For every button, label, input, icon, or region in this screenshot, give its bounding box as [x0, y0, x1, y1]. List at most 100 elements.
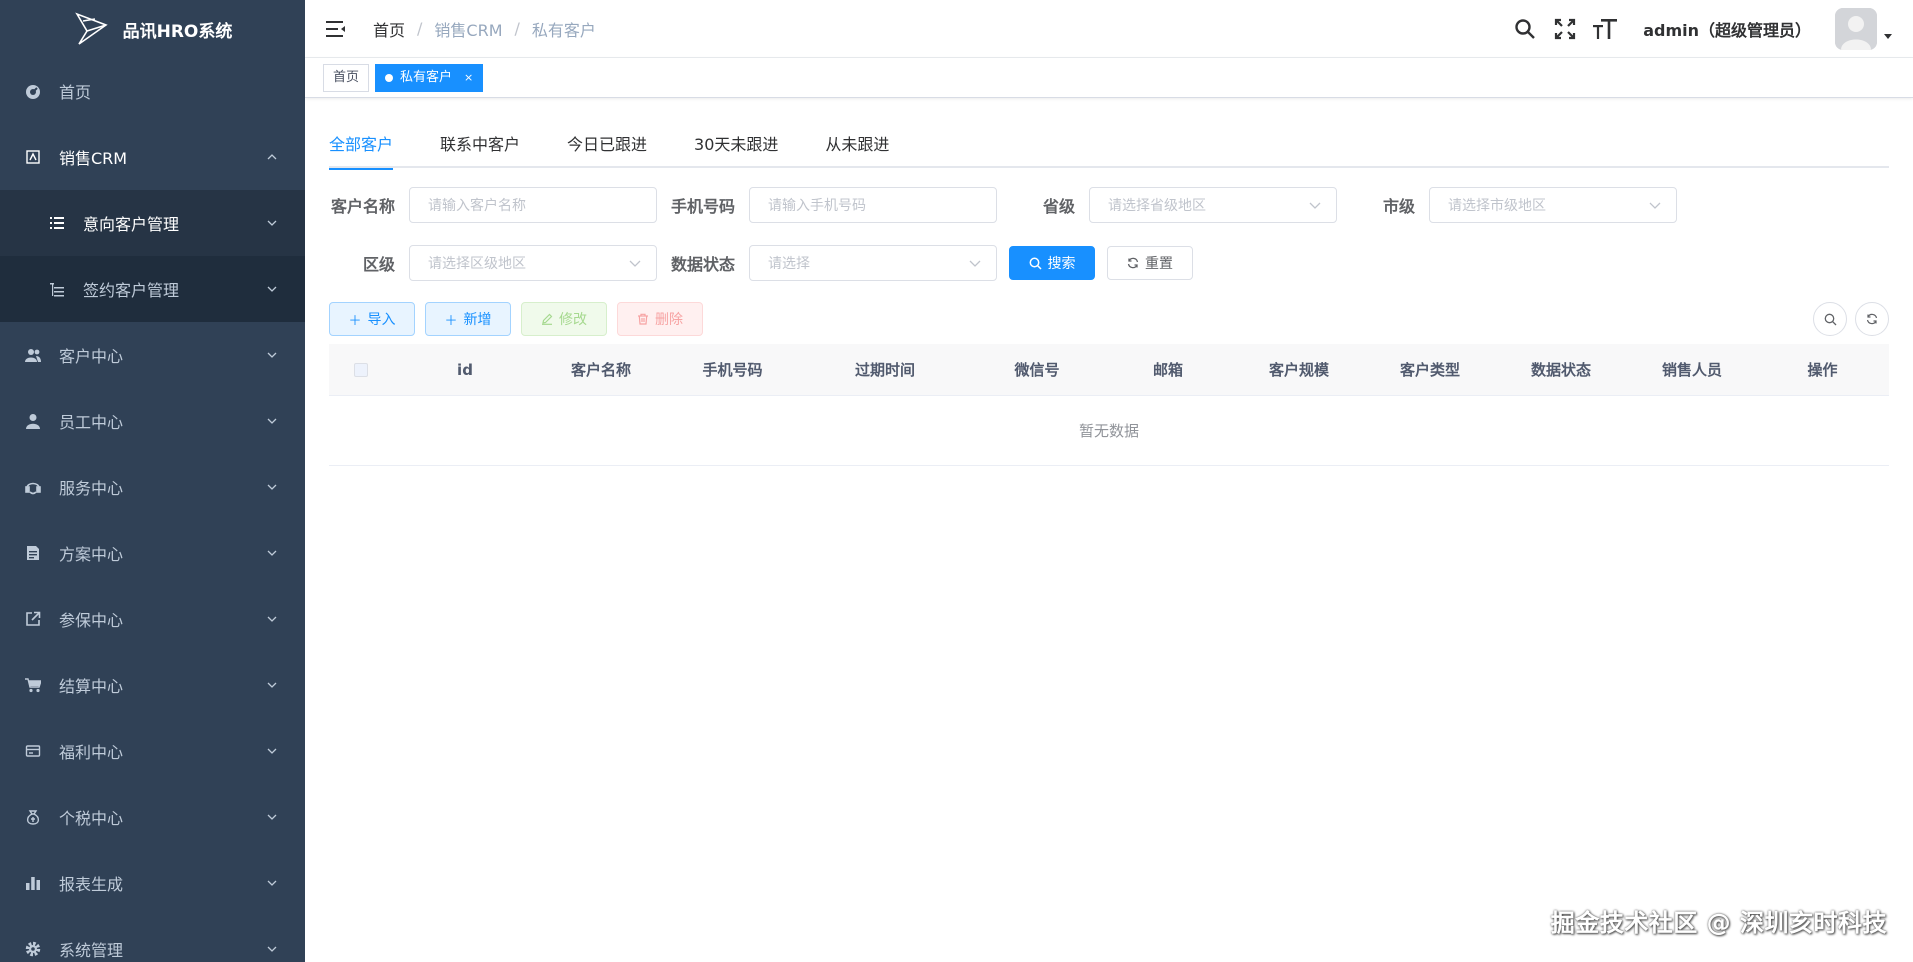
customer-name-input[interactable]: 请输入客户名称 — [409, 187, 657, 223]
sidebar-item-settlement-center[interactable]: 结算中心 — [0, 652, 305, 718]
customer-table: id 客户名称 手机号码 过期时间 微信号 邮箱 客户规模 客户类型 数据状态 … — [329, 344, 1889, 466]
user-name[interactable]: admin（超级管理员） — [1643, 17, 1811, 41]
plus-icon: ＋ — [348, 313, 362, 329]
search-button[interactable]: 搜索 — [1009, 246, 1095, 280]
import-button-label: 导入 — [367, 312, 396, 328]
refresh-table-button[interactable] — [1855, 302, 1889, 336]
breadcrumb-separator: / — [417, 19, 423, 38]
dashboard-icon — [24, 82, 42, 100]
sidebar-item-label: 结算中心 — [59, 677, 124, 696]
sidebar-item-system-admin[interactable]: 系统管理 — [0, 916, 305, 962]
tag-home[interactable]: 首页 — [323, 63, 370, 92]
breadcrumb-separator: / — [514, 19, 520, 38]
sidebar-item-intent-customers[interactable]: 意向客户管理 — [0, 190, 305, 256]
tag-private-customers[interactable]: 私有客户 × — [375, 63, 484, 92]
chevron-down-icon — [267, 484, 277, 490]
breadcrumb-home[interactable]: 首页 — [373, 17, 405, 41]
delete-button[interactable]: 删除 — [617, 302, 703, 336]
tab-never-followed[interactable]: 从未跟进 — [825, 132, 889, 168]
fullscreen-icon[interactable] — [1553, 17, 1577, 41]
tab-followed-today[interactable]: 今日已跟进 — [567, 132, 647, 168]
money-bag-icon — [24, 808, 42, 826]
placeholder: 请选择省级地区 — [1108, 198, 1206, 214]
sidebar-item-welfare-center[interactable]: 福利中心 — [0, 718, 305, 784]
sidebar-item-plan-center[interactable]: 方案中心 — [0, 520, 305, 586]
default-avatar-icon — [1835, 8, 1877, 50]
column-header[interactable]: 邮箱 — [1104, 359, 1232, 380]
tab-contacting[interactable]: 联系中客户 — [440, 132, 520, 168]
crm-icon — [24, 148, 42, 166]
app-logo[interactable]: 品讯HRO系统 — [0, 0, 305, 58]
data-status-select[interactable]: 请选择 — [749, 245, 997, 281]
city-label: 市级 — [1382, 197, 1415, 216]
user-icon — [24, 412, 42, 430]
service-icon — [24, 478, 42, 496]
district-select[interactable]: 请选择区级地区 — [409, 245, 657, 281]
sidebar-item-reports[interactable]: 报表生成 — [0, 850, 305, 916]
caret-down-icon[interactable] — [1883, 31, 1893, 41]
sidebar-item-label: 签约客户管理 — [83, 281, 180, 300]
close-icon[interactable]: × — [464, 65, 473, 91]
sidebar-item-service-center[interactable]: 服务中心 — [0, 454, 305, 520]
menu-fold-icon[interactable] — [325, 18, 347, 40]
column-header[interactable]: id — [393, 361, 537, 379]
column-header[interactable]: 客户规模 — [1232, 359, 1366, 380]
tab-not-followed-30-days[interactable]: 30天未跟进 — [694, 132, 778, 168]
sidebar-item-sales-crm[interactable]: 销售CRM — [0, 124, 305, 190]
column-header[interactable]: 微信号 — [970, 359, 1104, 380]
sidebar-item-label: 福利中心 — [59, 743, 124, 762]
sidebar-item-tax-center[interactable]: 个税中心 — [0, 784, 305, 850]
toggle-search-button[interactable] — [1813, 302, 1847, 336]
sidebar-item-signed-customers[interactable]: 签约客户管理 — [0, 256, 305, 322]
font-size-icon[interactable] — [1593, 17, 1618, 41]
filter-row-1: 客户名称 请输入客户名称 手机号码 请输入手机号码 省级 请选择省级地区 市级 … — [329, 186, 1889, 224]
add-button-label: 新增 — [463, 312, 492, 328]
sidebar-item-customer-center[interactable]: 客户中心 — [0, 322, 305, 388]
breadcrumb-sales-crm[interactable]: 销售CRM — [434, 17, 502, 41]
chevron-down-icon — [267, 550, 277, 556]
add-button[interactable]: ＋ 新增 — [425, 302, 511, 336]
province-select[interactable]: 请选择省级地区 — [1089, 187, 1337, 223]
chevron-down-icon — [267, 616, 277, 622]
empty-table-text: 暂无数据 — [329, 396, 1889, 466]
placeholder: 请选择区级地区 — [428, 256, 526, 272]
chevron-down-icon — [267, 418, 277, 424]
tag-label: 首页 — [333, 69, 360, 85]
search-icon — [1824, 313, 1836, 325]
phone-input[interactable]: 请输入手机号码 — [749, 187, 997, 223]
tags-view: 首页 私有客户 × — [305, 58, 1913, 98]
chevron-up-icon — [267, 154, 277, 160]
search-icon[interactable] — [1513, 17, 1537, 41]
document-icon — [24, 544, 42, 562]
bar-chart-icon — [24, 874, 42, 892]
reset-button[interactable]: 重置 — [1107, 246, 1193, 280]
sidebar-item-label: 首页 — [59, 83, 92, 102]
placeholder: 请输入手机号码 — [768, 198, 866, 214]
city-select[interactable]: 请选择市级地区 — [1429, 187, 1677, 223]
tab-all-customers[interactable]: 全部客户 — [329, 132, 394, 170]
column-header[interactable]: 数据状态 — [1494, 359, 1628, 380]
delete-button-label: 删除 — [655, 312, 683, 328]
sidebar-item-employee-center[interactable]: 员工中心 — [0, 388, 305, 454]
navbar: 首页 / 销售CRM / 私有客户 admin（超级管理员） — [305, 0, 1913, 58]
select-all-checkbox[interactable] — [354, 362, 368, 377]
sidebar-item-label: 员工中心 — [59, 413, 124, 432]
table-header: id 客户名称 手机号码 过期时间 微信号 邮箱 客户规模 客户类型 数据状态 … — [329, 344, 1889, 396]
column-header[interactable]: 手机号码 — [665, 359, 800, 380]
sidebar-item-home[interactable]: 首页 — [0, 58, 305, 124]
chevron-down-icon — [1309, 202, 1321, 209]
phone-label: 手机号码 — [670, 197, 735, 216]
edit-button[interactable]: 修改 — [521, 302, 607, 336]
column-header[interactable]: 销售人员 — [1628, 359, 1756, 380]
column-header[interactable]: 过期时间 — [800, 359, 970, 380]
main-content: 全部客户 联系中客户 今日已跟进 30天未跟进 从未跟进 客户名称 请输入客户名… — [329, 98, 1889, 466]
column-header[interactable]: 客户名称 — [537, 359, 665, 380]
external-link-icon — [24, 610, 42, 628]
avatar[interactable] — [1835, 8, 1877, 50]
column-header[interactable]: 客户类型 — [1366, 359, 1494, 380]
import-button[interactable]: ＋ 导入 — [329, 302, 415, 336]
breadcrumb-current: 私有客户 — [531, 20, 596, 40]
breadcrumb: 首页 / 销售CRM / 私有客户 — [373, 17, 596, 41]
sidebar-item-insurance-center[interactable]: 参保中心 — [0, 586, 305, 652]
trash-icon — [638, 313, 648, 325]
